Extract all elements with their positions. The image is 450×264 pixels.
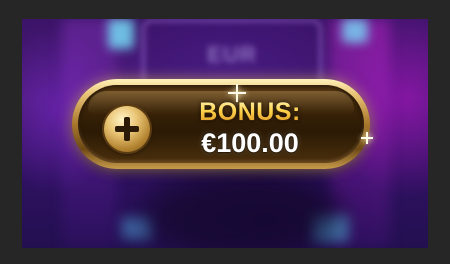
background-shadow — [142, 169, 342, 248]
bonus-label: BONUS: — [160, 98, 340, 127]
background-light-left — [108, 19, 134, 49]
bonus-amount: €100.00 — [201, 128, 299, 158]
plus-icon — [115, 117, 139, 141]
background-sign-text: EUR — [207, 42, 257, 67]
sparkle-icon — [361, 132, 373, 144]
background-light-right — [342, 19, 368, 43]
add-bonus-button[interactable] — [104, 106, 150, 152]
